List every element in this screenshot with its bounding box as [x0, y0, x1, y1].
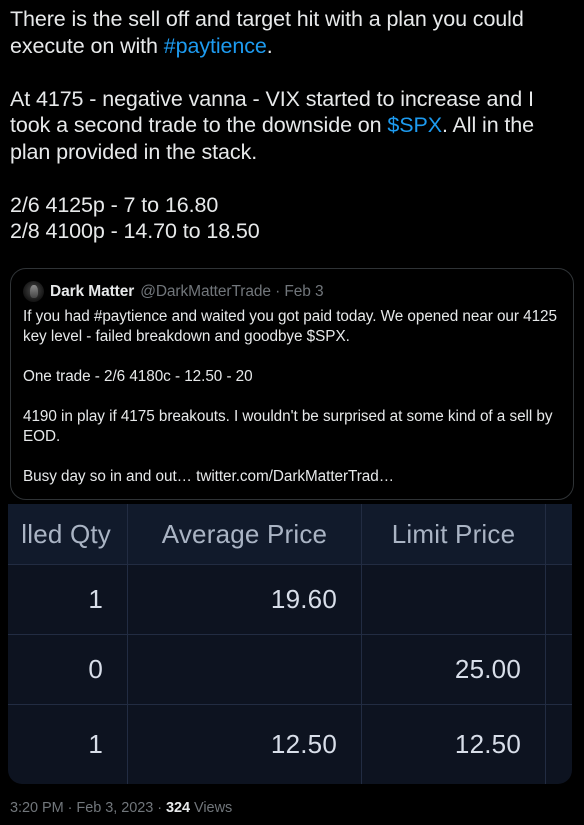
table-row: 1 [8, 705, 128, 784]
quoted-tweet-card[interactable]: Dark Matter @DarkMatterTrade · Feb 3 If … [10, 268, 574, 500]
quoted-paragraph-3: 4190 in play if 4175 breakouts. I wouldn… [23, 408, 553, 445]
meta-separator-2: · [153, 800, 166, 816]
quoted-paragraph-4: Busy day so in and out… twitter.com/Dark… [23, 468, 394, 485]
meta-separator-1: · [63, 800, 77, 816]
table-row: 0 [8, 635, 128, 705]
tweet-trade-line-1: 2/6 4125p - 7 to 16.80 [10, 192, 219, 217]
table-row: 12.50 [362, 705, 546, 784]
tweet-line1-suffix: . [266, 33, 273, 58]
tweet-paragraph-1: There is the sell off and target hit wit… [10, 6, 572, 59]
table-header-limit-price: Limit Price [362, 504, 546, 565]
table-header-filled-qty: lled Qty [8, 504, 128, 565]
table-row [546, 565, 572, 635]
table-row: 12.50 [128, 705, 362, 784]
tweet-footer-meta: 3:20 PM · Feb 3, 2023 · 324 Views [10, 800, 232, 816]
table-row [546, 635, 572, 705]
avatar-icon[interactable] [23, 281, 44, 302]
table-row: 25.00 [362, 635, 546, 705]
order-table-image[interactable]: lled Qty Average Price Limit Price 1 19.… [8, 504, 572, 784]
tweet-screenshot: There is the sell off and target hit wit… [0, 0, 584, 825]
tweet-paragraph-2: At 4175 - negative vanna - VIX started t… [10, 86, 572, 166]
hashtag-paytience[interactable]: #paytience [164, 34, 267, 58]
quoted-author-name[interactable]: Dark Matter [50, 283, 134, 301]
tweet-trade-line-2: 2/8 4100p - 14.70 to 18.50 [10, 219, 260, 243]
table-row: 19.60 [128, 565, 362, 635]
order-table: lled Qty Average Price Limit Price 1 19.… [8, 504, 572, 784]
views-count: 324 [166, 800, 191, 816]
views-label: Views [190, 800, 233, 816]
tweet-time: 3:20 PM [10, 800, 64, 816]
table-row: 1 [8, 565, 128, 635]
table-header-extra [546, 504, 572, 565]
table-header-average-price: Average Price [128, 504, 362, 565]
table-row [128, 635, 362, 705]
tweet-text: There is the sell off and target hit wit… [0, 0, 584, 245]
cashtag-spx[interactable]: $SPX [387, 113, 442, 137]
quoted-author-handle-date: @DarkMatterTrade · Feb 3 [140, 282, 324, 300]
quoted-paragraph-1: If you had #paytience and waited you got… [23, 308, 557, 345]
table-row [362, 565, 546, 635]
quoted-tweet-text: If you had #paytience and waited you got… [11, 304, 573, 499]
tweet-date: Feb 3, 2023 [76, 800, 154, 816]
quoted-tweet-header: Dark Matter @DarkMatterTrade · Feb 3 [11, 269, 573, 304]
table-row [546, 705, 572, 784]
quoted-paragraph-2: One trade - 2/6 4180c - 12.50 - 20 [23, 368, 253, 385]
